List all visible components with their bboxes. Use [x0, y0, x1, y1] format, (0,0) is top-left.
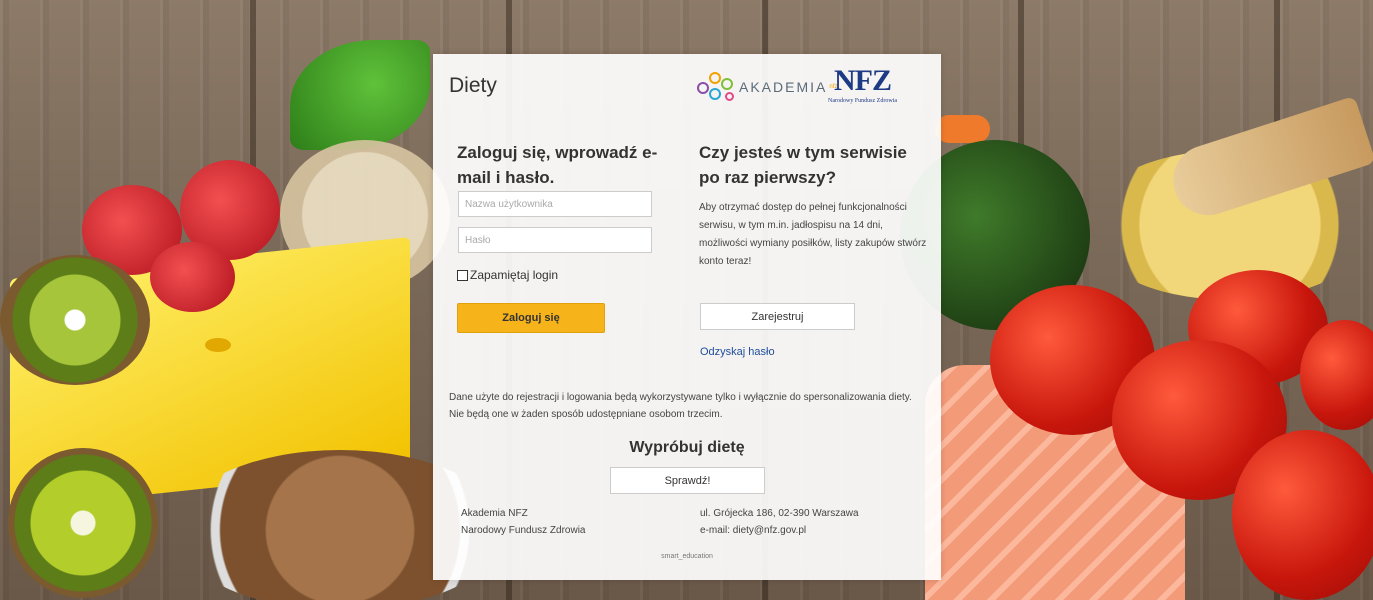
- login-heading: Zaloguj się, wprowadź e-mail i hasło.: [457, 143, 658, 187]
- footer-org-full: Narodowy Fundusz Zdrowia: [461, 525, 586, 536]
- footer-organization: Akademia NFZ Narodowy Fundusz Zdrowia: [461, 505, 586, 539]
- tomato: [1232, 430, 1373, 600]
- footer-contact: ul. Grójecka 186, 02-390 Warszawa e-mail…: [700, 505, 859, 539]
- footer-org-name: Akademia NFZ: [461, 508, 528, 519]
- akademia-dots-icon: [695, 70, 737, 104]
- login-button[interactable]: Zaloguj się: [457, 303, 605, 333]
- akademia-nfz-logo: AKADEMIA nfz: [695, 70, 837, 104]
- register-button[interactable]: Zarejestruj: [700, 303, 855, 330]
- kiwi-slice: [8, 448, 158, 598]
- footer-address: ul. Grójecka 186, 02-390 Warszawa: [700, 508, 859, 519]
- try-diet-button[interactable]: Sprawdź!: [610, 467, 765, 494]
- nfz-logo: NFZ Narodowy Fundusz Zdrowia: [828, 64, 897, 105]
- username-input[interactable]: [458, 191, 652, 217]
- try-diet-heading: Wypróbuj dietę: [629, 439, 745, 456]
- footer-credit: smart_education: [661, 553, 713, 560]
- remember-login-checkbox[interactable]: Zapamiętaj login: [457, 268, 558, 282]
- akademia-logo-text: AKADEMIA: [739, 79, 828, 95]
- remember-login-label: Zapamiętaj login: [470, 268, 559, 282]
- password-input[interactable]: [458, 227, 652, 253]
- login-panel: Diety AKADEMIA nfz NFZ Narodowy Fundusz Z…: [433, 54, 941, 580]
- kiwi-slice: [0, 255, 150, 385]
- app-title: Diety: [449, 74, 497, 97]
- checkbox-icon[interactable]: [457, 269, 468, 281]
- nfz-logo-mark: NFZ: [834, 64, 892, 97]
- nfz-logo-subtitle: Narodowy Fundusz Zdrowia: [828, 98, 897, 104]
- carrot: [935, 115, 990, 143]
- register-description: Aby otrzymać dostęp do pełnej funkcjonal…: [699, 202, 927, 267]
- register-heading: Czy jesteś w tym serwisie po raz pierwsz…: [699, 143, 907, 187]
- strawberry: [150, 242, 235, 312]
- recover-password-link[interactable]: Odzyskaj hasło: [700, 346, 775, 358]
- footer-email: e-mail: diety@nfz.gov.pl: [700, 525, 807, 536]
- privacy-note: Dane użyte do rejestracji i logowania bę…: [449, 392, 912, 420]
